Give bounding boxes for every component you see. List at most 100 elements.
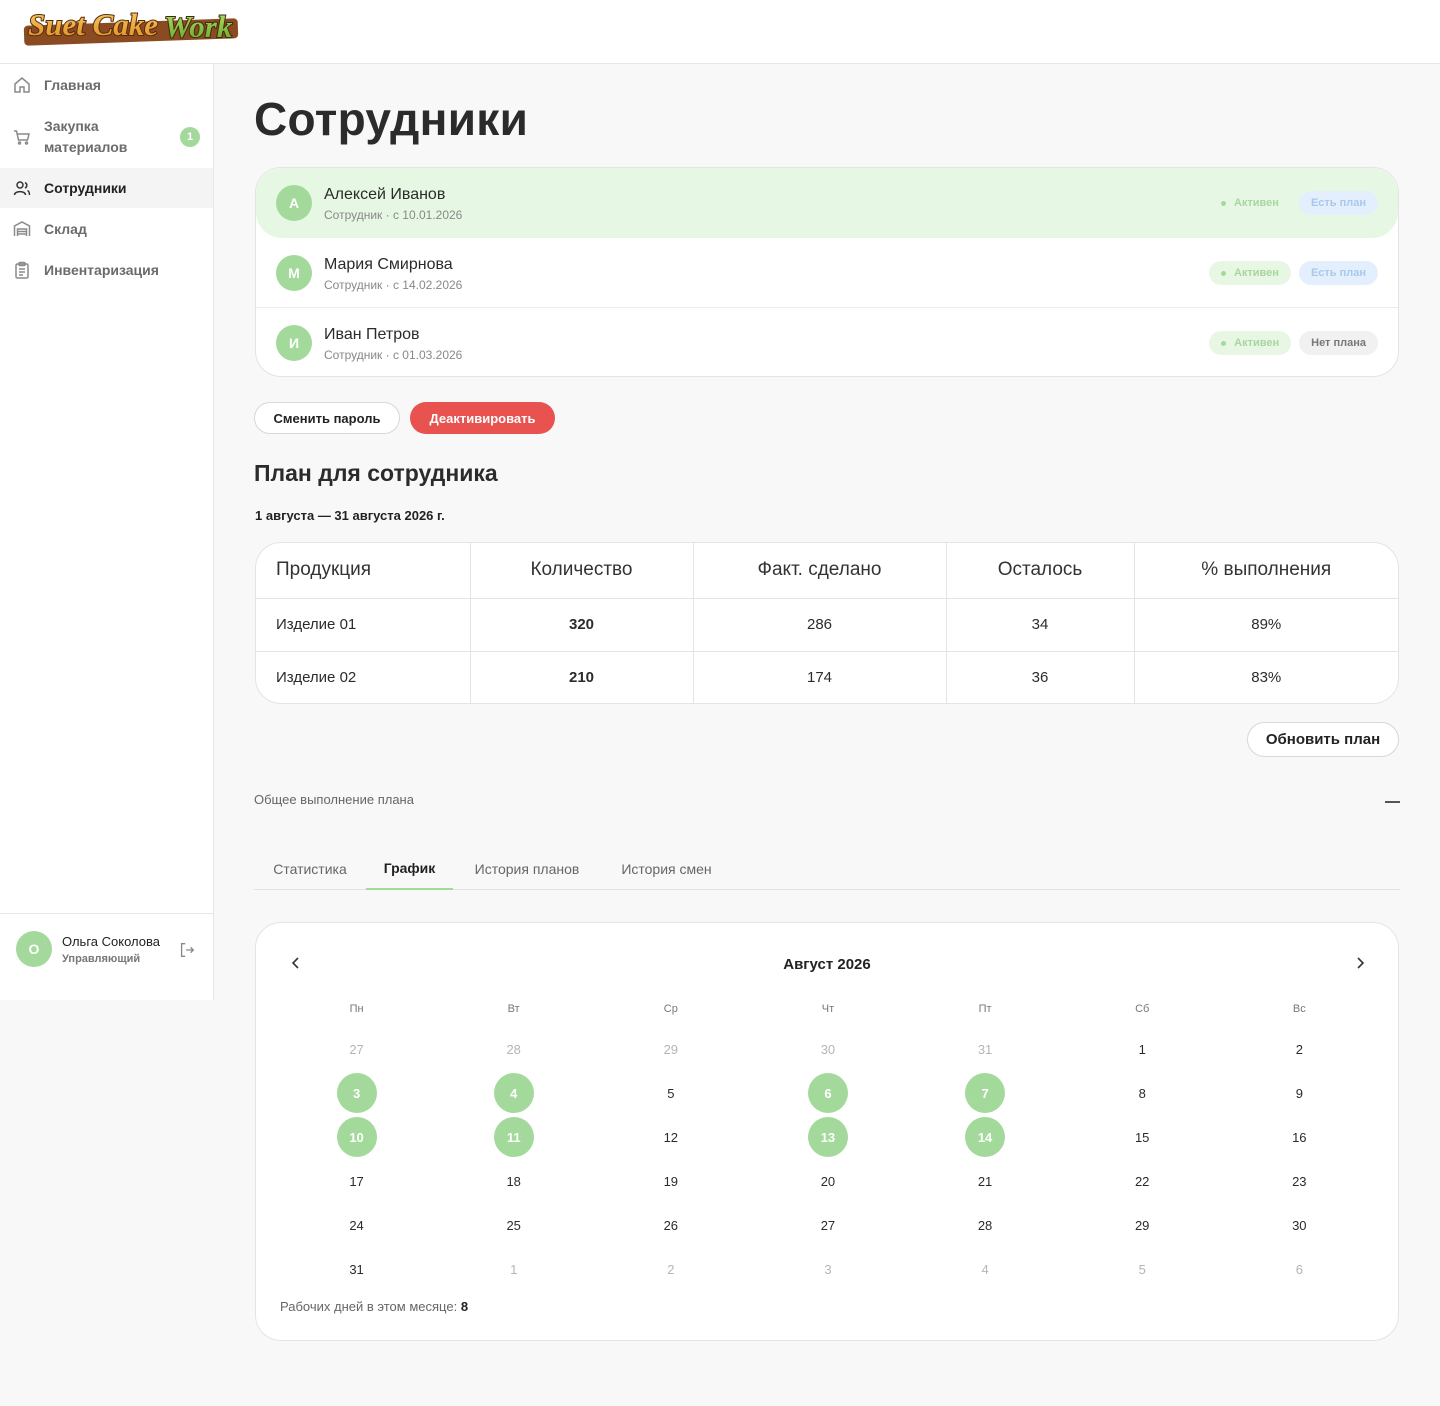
clipboard-icon xyxy=(12,260,32,280)
user-name: Ольга Соколова xyxy=(62,934,160,949)
calendar-day[interactable]: 1 xyxy=(435,1247,592,1291)
column-header: Осталось xyxy=(946,543,1135,599)
calendar-day[interactable]: 16 xyxy=(1221,1115,1378,1159)
employee-row[interactable]: М Мария Смирнова Сотрудник · с 14.02.202… xyxy=(256,238,1398,308)
calendar-day-working[interactable]: 7 xyxy=(907,1071,1064,1115)
calendar-day[interactable]: 18 xyxy=(435,1159,592,1203)
avatar: И xyxy=(276,325,312,361)
warehouse-icon xyxy=(12,219,32,239)
brand-logo[interactable]: Suet Cake Work xyxy=(22,2,240,48)
column-header: % выполнения xyxy=(1134,543,1398,599)
weekday-label: Вс xyxy=(1292,1003,1306,1015)
calendar-day[interactable]: 27 xyxy=(278,1027,435,1071)
status-dot-icon xyxy=(1220,200,1226,206)
next-month-chevron-right-icon[interactable] xyxy=(1350,953,1370,973)
calendar-day[interactable]: 9 xyxy=(1221,1071,1378,1115)
tab-schedule[interactable]: График xyxy=(366,848,453,890)
employee-row[interactable]: И Иван Петров Сотрудник · с 01.03.2026 А… xyxy=(256,308,1398,376)
calendar-day[interactable]: 12 xyxy=(592,1115,749,1159)
status-badge: Активен xyxy=(1209,331,1292,355)
calendar-day[interactable]: 29 xyxy=(592,1027,749,1071)
calendar-day[interactable]: 31 xyxy=(278,1247,435,1291)
calendar-day[interactable]: 24 xyxy=(278,1203,435,1247)
calendar-day[interactable]: 2 xyxy=(1221,1027,1378,1071)
calendar-day[interactable]: 22 xyxy=(1064,1159,1221,1203)
tab-statistics[interactable]: Статистика xyxy=(254,848,366,890)
sidebar-item-purchases[interactable]: Закупка материалов 1 xyxy=(0,106,213,168)
employee-subtitle: Сотрудник · с 01.03.2026 xyxy=(324,348,463,362)
weekday-label: Вт xyxy=(507,1003,520,1015)
calendar-week-row: 3456789 xyxy=(278,1071,1378,1115)
calendar-day-working[interactable]: 14 xyxy=(907,1115,1064,1159)
change-password-button[interactable]: Сменить пароль xyxy=(254,402,400,434)
calendar-week-row: 27 28 29 30 31 1 2 xyxy=(278,1027,1378,1071)
employee-name: Мария Смирнова xyxy=(324,256,453,273)
calendar-day-working[interactable]: 13 xyxy=(749,1115,906,1159)
employee-subtitle: Сотрудник · с 10.01.2026 xyxy=(324,208,463,222)
sidebar-item-home[interactable]: Главная xyxy=(0,64,213,106)
calendar-week-row: 17 18 19 20 21 22 23 xyxy=(278,1159,1378,1203)
calendar-day[interactable]: 27 xyxy=(749,1203,906,1247)
plan-period: 1 августа — 31 августа 2026 г. xyxy=(255,508,445,523)
employee-row[interactable]: А Алексей Иванов Сотрудник · с 10.01.202… xyxy=(256,168,1398,238)
calendar-day[interactable]: 15 xyxy=(1064,1115,1221,1159)
calendar-day[interactable]: 8 xyxy=(1064,1071,1221,1115)
calendar-day[interactable]: 1 xyxy=(1064,1027,1221,1071)
calendar-day[interactable]: 2 xyxy=(592,1247,749,1291)
calendar-day[interactable]: 17 xyxy=(278,1159,435,1203)
calendar-day-working[interactable]: 10 xyxy=(278,1115,435,1159)
weekday-label: Сб xyxy=(1135,1003,1150,1015)
weekday-header: Пн Вт Ср Чт Пт Сб Вс xyxy=(278,991,1378,1027)
sidebar-item-warehouse[interactable]: Склад xyxy=(0,208,213,250)
calendar-day[interactable]: 28 xyxy=(907,1203,1064,1247)
deactivate-button[interactable]: Деактивировать xyxy=(410,402,555,434)
employee-name: Иван Петров xyxy=(324,326,420,343)
avatar: М xyxy=(276,255,312,291)
weekday-label: Ср xyxy=(663,1003,678,1015)
calendar-day-working[interactable]: 4 xyxy=(435,1071,592,1115)
weekday-label: Пн xyxy=(349,1003,364,1015)
calendar-day-working[interactable]: 11 xyxy=(435,1115,592,1159)
calendar-day[interactable]: 30 xyxy=(1221,1203,1378,1247)
table-cell: Изделие 01 xyxy=(256,598,471,652)
tab-plan-history[interactable]: История планов xyxy=(453,848,601,890)
column-header: Продукция xyxy=(256,543,471,599)
tab-shift-history[interactable]: История смен xyxy=(601,848,732,890)
current-user: О Ольга Соколова Управляющий xyxy=(0,913,213,1000)
calendar-day-working[interactable]: 6 xyxy=(749,1071,906,1115)
calendar-day[interactable]: 31 xyxy=(907,1027,1064,1071)
calendar-day[interactable]: 5 xyxy=(1064,1247,1221,1291)
calendar-day[interactable]: 6 xyxy=(1221,1247,1378,1291)
users-icon xyxy=(12,178,32,198)
calendar-week-row: 10 11 12 13 14 15 16 xyxy=(278,1115,1378,1159)
plan-table: Продукция Количество Факт. сделано Остал… xyxy=(255,542,1399,704)
calendar-day[interactable]: 30 xyxy=(749,1027,906,1071)
update-plan-button[interactable]: Обновить план xyxy=(1247,722,1399,757)
calendar-day[interactable]: 23 xyxy=(1221,1159,1378,1203)
calendar-day[interactable]: 21 xyxy=(907,1159,1064,1203)
calendar-day[interactable]: 28 xyxy=(435,1027,592,1071)
logout-icon[interactable] xyxy=(178,941,196,959)
avatar: А xyxy=(276,185,312,221)
collapse-icon[interactable] xyxy=(1385,801,1400,803)
sidebar-item-employees[interactable]: Сотрудники xyxy=(0,168,213,208)
calendar-day[interactable]: 4 xyxy=(907,1247,1064,1291)
calendar-day-working[interactable]: 3 xyxy=(278,1071,435,1115)
calendar-day[interactable]: 26 xyxy=(592,1203,749,1247)
sidebar: Главная Закупка материалов 1 Сотрудники … xyxy=(0,64,214,1000)
calendar-day[interactable]: 20 xyxy=(749,1159,906,1203)
table-row: Изделие 01 320 286 34 89% xyxy=(256,598,1398,652)
table-cell: Изделие 02 xyxy=(256,651,471,703)
calendar-day[interactable]: 19 xyxy=(592,1159,749,1203)
svg-text:Work: Work xyxy=(164,9,233,44)
sidebar-item-label: Инвентаризация xyxy=(44,261,159,278)
column-header: Факт. сделано xyxy=(693,543,947,599)
sidebar-item-label: Закупка материалов xyxy=(44,118,128,155)
overall-progress-title: Общее выполнение плана xyxy=(254,792,414,807)
sidebar-item-inventory[interactable]: Инвентаризация xyxy=(0,250,213,290)
calendar-day[interactable]: 5 xyxy=(592,1071,749,1115)
calendar-day[interactable]: 3 xyxy=(749,1247,906,1291)
employee-subtitle: Сотрудник · с 14.02.2026 xyxy=(324,278,463,292)
calendar-day[interactable]: 29 xyxy=(1064,1203,1221,1247)
calendar-day[interactable]: 25 xyxy=(435,1203,592,1247)
